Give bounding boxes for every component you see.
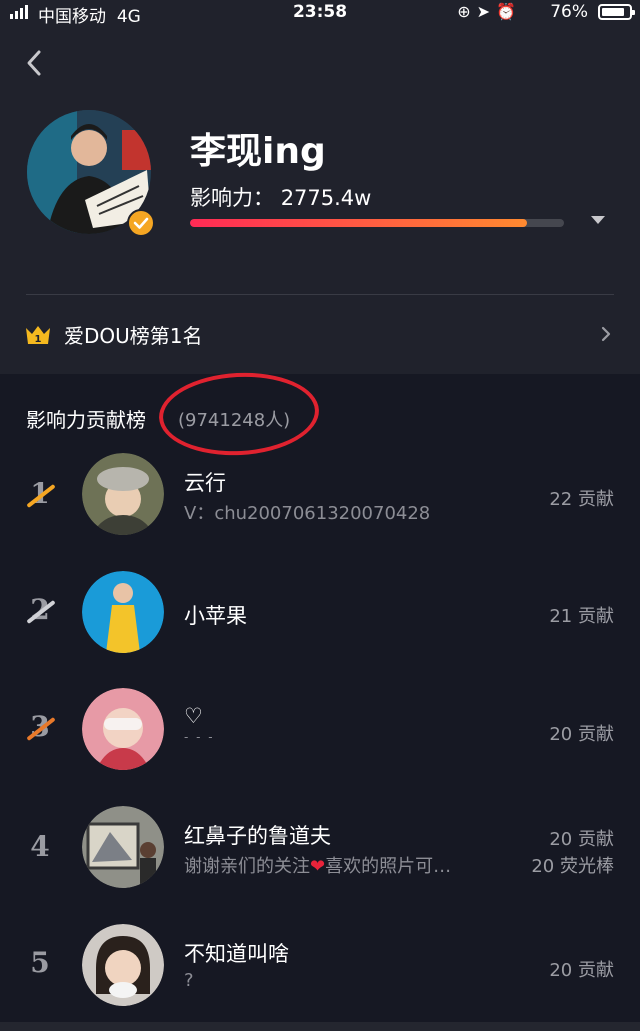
battery-percent: 76% [550,2,588,22]
user-name: 不知道叫啥 [184,942,289,966]
avatar[interactable] [82,688,164,770]
heart-icon: ❤ [310,856,326,877]
user-name: ♡ [184,704,203,728]
rank-number: 4 [30,830,50,863]
annotation-circle [156,368,322,460]
influence-value: 2775.4w [280,186,372,210]
influence-score: 影响力： 2775.4w [190,182,371,212]
svg-text:1: 1 [35,334,42,345]
contribution-score: 21 贡献 [549,606,614,627]
contribution-score: 20 贡献 [549,724,614,745]
list-item[interactable]: 4 红鼻子的鲁道夫 谢谢亲们的关注❤喜欢的照片可… 20 贡献 20 荧光棒 [0,800,640,900]
avatar[interactable] [82,924,164,1006]
user-subtitle: - - - [184,730,215,744]
avatar[interactable] [82,571,164,653]
bottom-edge [0,1022,640,1031]
divider [26,294,614,295]
chevron-right-icon[interactable] [600,326,612,342]
user-subtitle: V：chu2007061320070428 [184,503,431,524]
verified-badge-icon [127,209,155,237]
influence-progress-bar [190,219,564,227]
user-subtitle: 谢谢亲们的关注❤喜欢的照片可… [184,856,452,877]
profile-name: 李现ing [190,131,326,172]
user-subtitle: ? [184,970,194,991]
contribution-title: 影响力贡献榜 [26,408,146,432]
list-item[interactable]: 2 小苹果 21 贡献 [0,565,640,665]
back-icon[interactable] [22,48,48,78]
rank-number: 5 [30,946,50,979]
contribution-score: 22 贡献 [549,489,614,510]
clock: 23:58 [292,2,348,22]
list-item[interactable]: 1 云行 V：chu2007061320070428 22 贡献 [0,447,640,547]
list-item[interactable]: 5 不知道叫啥 ? 20 贡献 [0,918,640,1018]
glowstick-score: 20 荧光棒 [531,856,614,877]
dropdown-arrow-icon[interactable] [591,216,605,224]
contribution-score: 20 贡献 [549,829,614,850]
avatar[interactable] [82,453,164,535]
progress-fill [190,219,527,227]
list-item[interactable]: 3 ♡ - - - 20 贡献 [0,682,640,782]
user-name: 红鼻子的鲁道夫 [184,824,331,848]
user-name: 云行 [184,471,226,495]
rank-banner-label: 爱DOU榜第1名 [64,324,203,348]
contribution-score: 20 贡献 [549,960,614,981]
influence-label: 影响力： [190,186,274,210]
battery-icon [598,4,635,20]
status-icons: ⊕➤⏰ [457,2,522,21]
crown-icon: 1 [26,326,50,345]
status-bar: 中国移动 4G 23:58 ⊕➤⏰ 76% [0,0,640,27]
avatar[interactable] [82,806,164,888]
user-name: 小苹果 [184,604,247,628]
